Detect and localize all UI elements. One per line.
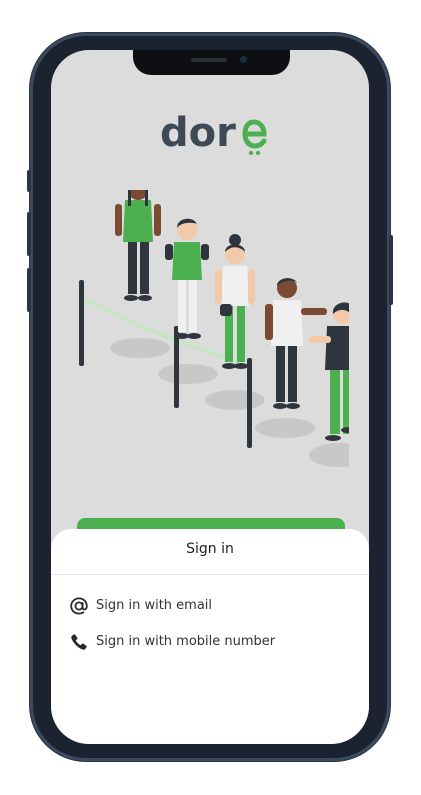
notch: [133, 50, 290, 75]
app-logo: dor: [160, 108, 270, 158]
sign-in-email-option[interactable]: Sign in with email: [69, 592, 359, 620]
phone-silent-switch: [27, 170, 31, 192]
front-camera: [240, 56, 247, 63]
sheet-title: Sign in: [186, 541, 234, 557]
sign-in-bottom-sheet: Sign in Sign in with email Sign in with …: [51, 529, 369, 744]
person-1: [115, 190, 161, 301]
person-3: [215, 234, 255, 369]
at-sign-icon: [70, 597, 88, 615]
phone-volume-down: [27, 268, 31, 312]
sign-in-mobile-label: Sign in with mobile number: [96, 634, 276, 649]
sign-in-email-label: Sign in with email: [96, 598, 213, 613]
logo-e-glyph: [242, 119, 267, 156]
person-5: [309, 302, 349, 441]
queue-illustration: [79, 190, 349, 467]
speaker: [191, 58, 227, 62]
phone-icon: [71, 634, 87, 650]
phone-power-button: [389, 235, 393, 305]
person-4: [265, 278, 327, 409]
sheet-divider: [51, 574, 369, 575]
logo-text: dor: [160, 110, 236, 156]
person-2: [165, 218, 209, 339]
phone-volume-up: [27, 212, 31, 256]
sign-in-mobile-option[interactable]: Sign in with mobile number: [69, 628, 359, 656]
app-screen: dor Sign in Sign in with email Sign in w…: [51, 50, 369, 744]
